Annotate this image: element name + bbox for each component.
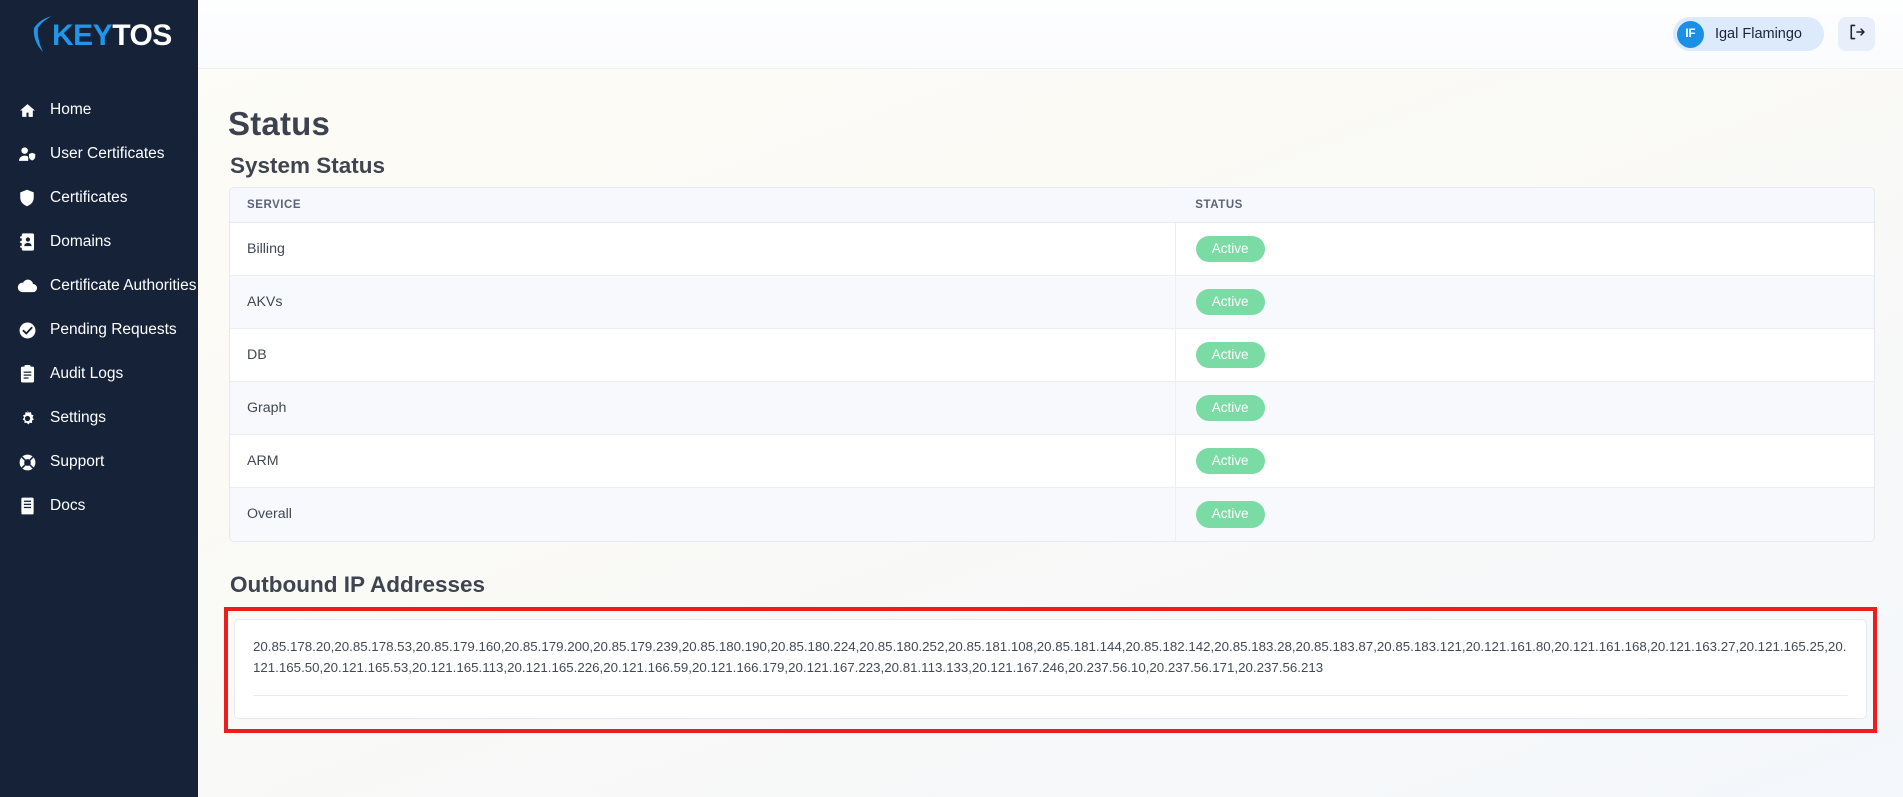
- table-row: Graph Active: [230, 381, 1874, 435]
- cell-service: AKVs: [230, 275, 1176, 329]
- top-bar: IF Igal Flamingo: [198, 0, 1903, 69]
- sidebar-item-label: Settings: [50, 409, 107, 426]
- column-header-service: SERVICE: [230, 188, 1176, 223]
- card-divider: [253, 695, 1848, 697]
- sidebar-item-certificates[interactable]: Certificates: [0, 176, 198, 220]
- main-area: IF Igal Flamingo Status System Status SE…: [198, 0, 1903, 797]
- user-name-label: Igal Flamingo: [1714, 26, 1802, 42]
- table-header: SERVICE STATUS: [230, 188, 1874, 223]
- table-row: AKVs Active: [230, 275, 1874, 329]
- avatar: IF: [1676, 20, 1704, 48]
- sidebar-item-docs[interactable]: Docs: [0, 484, 198, 528]
- check-circle-icon: [14, 322, 40, 339]
- sidebar: KEYTOS Home User Certificates Certificat…: [0, 0, 198, 797]
- cell-service: Graph: [230, 381, 1176, 435]
- user-shield-icon: [14, 146, 40, 163]
- status-badge: Active: [1195, 235, 1265, 263]
- sidebar-item-label: User Certificates: [50, 145, 165, 162]
- sidebar-item-audit-logs[interactable]: Audit Logs: [0, 352, 198, 396]
- logo-text-tos: TOS: [112, 19, 172, 52]
- page-title: Status: [228, 105, 331, 142]
- home-icon: [14, 102, 40, 119]
- table-row: Billing Active: [230, 222, 1874, 276]
- clipboard-icon: [14, 365, 40, 383]
- cell-status: Active: [1174, 434, 1874, 488]
- shield-icon: [14, 189, 40, 207]
- sidebar-item-user-certificates[interactable]: User Certificates: [0, 132, 198, 176]
- outbound-ip-heading: Outbound IP Addresses: [230, 571, 486, 597]
- sidebar-item-label: Pending Requests: [50, 321, 177, 338]
- table-row: ARM Active: [230, 434, 1874, 488]
- cell-status: Active: [1174, 328, 1874, 382]
- sidebar-item-home[interactable]: Home: [0, 88, 198, 132]
- table-body: Billing Active AKVs Active DB Active Gra…: [230, 222, 1874, 541]
- cell-status: Active: [1174, 381, 1874, 435]
- cloud-icon: [14, 279, 40, 293]
- outbound-ip-card: 20.85.178.20,20.85.178.53,20.85.179.160,…: [234, 618, 1867, 720]
- cell-status: Active: [1174, 222, 1874, 276]
- sidebar-item-pending-requests[interactable]: Pending Requests: [0, 308, 198, 352]
- sidebar-item-label: Support: [50, 453, 105, 470]
- sidebar-item-certificate-authorities[interactable]: Certificate Authorities: [0, 264, 198, 308]
- outbound-ip-list[interactable]: 20.85.178.20,20.85.178.53,20.85.179.160,…: [253, 636, 1848, 680]
- status-badge: Active: [1195, 500, 1265, 528]
- cell-status: Active: [1174, 487, 1874, 541]
- sidebar-item-label: Home: [50, 101, 92, 118]
- status-badge: Active: [1195, 288, 1265, 316]
- table-row: Overall Active: [230, 487, 1874, 541]
- cell-service: ARM: [230, 434, 1176, 488]
- brand-logo[interactable]: KEYTOS: [0, 0, 198, 72]
- sidebar-item-label: Certificates: [50, 189, 128, 206]
- sidebar-item-label: Certificate Authorities: [50, 277, 197, 294]
- status-badge: Active: [1195, 394, 1265, 422]
- system-status-table-container: SERVICE STATUS Billing Active AKVs Activ…: [229, 187, 1875, 542]
- sidebar-item-label: Docs: [50, 497, 86, 514]
- logo-text-key: KEY: [52, 19, 113, 52]
- outbound-ip-section: Outbound IP Addresses 20.85.178.20,20.85…: [198, 572, 1903, 734]
- cell-status: Active: [1174, 275, 1874, 329]
- sidebar-item-support[interactable]: Support: [0, 440, 198, 484]
- sidebar-item-label: Domains: [50, 233, 112, 250]
- table-header-row: SERVICE STATUS: [230, 188, 1874, 223]
- sidebar-nav: Home User Certificates Certificates Doma…: [0, 88, 198, 528]
- cell-service: Overall: [247, 506, 292, 523]
- user-menu-button[interactable]: IF Igal Flamingo: [1672, 17, 1824, 51]
- sign-out-icon: [1848, 23, 1866, 46]
- system-status-heading: System Status: [230, 153, 386, 178]
- column-header-status: STATUS: [1175, 188, 1874, 223]
- life-ring-icon: [14, 454, 40, 471]
- app-root: KEYTOS Home User Certificates Certificat…: [0, 0, 1903, 797]
- sidebar-item-settings[interactable]: Settings: [0, 396, 198, 440]
- system-status-table: SERVICE STATUS Billing Active AKVs Activ…: [230, 188, 1874, 541]
- book-icon: [14, 497, 40, 515]
- sidebar-item-domains[interactable]: Domains: [0, 220, 198, 264]
- sign-out-button[interactable]: [1838, 17, 1875, 51]
- sidebar-item-label: Audit Logs: [50, 365, 124, 382]
- status-badge: Active: [1195, 341, 1265, 369]
- cell-service: DB: [230, 328, 1176, 382]
- address-book-icon: [14, 233, 40, 251]
- gear-icon: [14, 410, 40, 427]
- table-row: DB Active: [230, 328, 1874, 382]
- page-content: Status System Status SERVICE STATUS Bill…: [198, 69, 1903, 797]
- status-badge: Active: [1195, 447, 1265, 475]
- annotation-highlight-box: 20.85.178.20,20.85.178.53,20.85.179.160,…: [224, 606, 1877, 734]
- cell-service: Billing: [230, 222, 1176, 276]
